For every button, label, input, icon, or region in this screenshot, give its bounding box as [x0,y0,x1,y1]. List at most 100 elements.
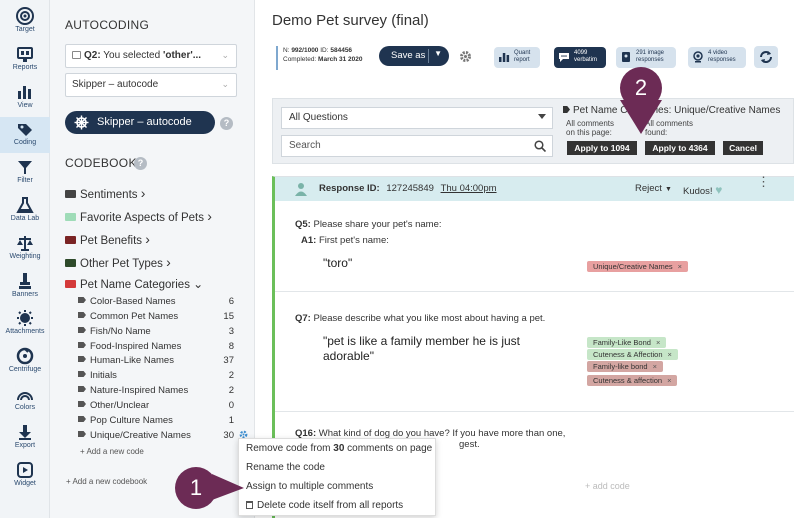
filter-icon [18,161,32,174]
nav-view[interactable]: View [0,80,50,116]
nav-coding[interactable]: Coding [0,117,50,153]
code-item[interactable]: Initials 2 [78,370,238,381]
nav-target[interactable]: Target [0,4,50,40]
reject-dropdown[interactable]: Reject ▼ [635,183,672,194]
skipper-autocode-button[interactable]: Skipper – autocode [65,111,215,134]
nav-data-lab[interactable]: Data Lab [0,193,50,229]
code-label: Common Pet Names [90,311,179,322]
codebook-label: Favorite Aspects of Pets [80,212,205,224]
nav-banners[interactable]: Banners [0,269,50,305]
nav-reports[interactable]: Reports [0,42,50,78]
code-item[interactable]: Food-Inspired Names 8 [78,341,238,352]
panel-title: AUTOCODING [65,18,150,32]
close-icon[interactable]: × [667,376,671,385]
quant-report-button[interactable]: Quant report [494,47,540,68]
folder-icon [65,236,76,244]
code-item[interactable]: Fish/No Name 3 [78,326,238,337]
button-line-1: 4099 [574,50,588,56]
user-icon [295,183,307,196]
codebook-pet-benefits[interactable]: Pet Benefits › [65,231,150,247]
codebook-favorite-aspects[interactable]: Favorite Aspects of Pets › [65,208,212,224]
more-options-icon[interactable]: ⋮ [757,175,770,188]
save-as-label: Save as [391,50,426,61]
divider [275,291,794,292]
response-id-value: 127245849 [386,183,434,194]
code-chip[interactable]: Unique/Creative Names × [587,261,689,272]
close-icon[interactable]: × [678,262,682,271]
help-icon[interactable]: ? [134,157,147,170]
folder-open-icon [65,280,76,288]
nav-widget[interactable]: Widget [0,458,50,494]
add-code-link[interactable]: + Add a new code [80,447,144,456]
codebook-label: Sentiments [80,189,138,201]
code-chip[interactable]: Cuteness & affection × [587,375,678,386]
code-item[interactable]: Human-Like Names 37 [78,355,238,366]
assign-multiple-menu-item[interactable]: Assign to multiple comments [239,477,435,496]
code-count: 8 [228,341,234,352]
autocoding-panel: AUTOCODING Q2: You selected 'other'... ⌄… [50,0,255,518]
code-item[interactable]: Nature-Inspired Names 2 [78,385,238,396]
code-item-unique-creative[interactable]: Unique/Creative Names 30 [78,430,238,441]
codebook-pet-name-categories[interactable]: Pet Name Categories ⌄ [65,277,203,291]
apply-to-found-button[interactable]: Apply to 4364 [645,141,715,155]
callout-badge-1: 1 [175,467,217,509]
button-line-2: report [514,57,530,63]
code-chip[interactable]: Family-like bond × [587,361,663,372]
code-item[interactable]: Other/Unclear 0 [78,400,238,411]
remove-code-menu-item[interactable]: Remove code from 30 comments on page [239,439,435,458]
tag-icon [78,401,86,407]
close-icon[interactable]: × [653,362,657,371]
question-q5: Q5: Please share your pet's name: [295,219,442,230]
help-icon[interactable]: ? [220,117,233,130]
button-line-1: 291 image [636,50,665,56]
nav-centrifuge[interactable]: Centrifuge [0,344,50,380]
code-chip[interactable]: Family-Like Bond × [587,337,667,348]
search-icon [534,140,546,152]
save-as-button[interactable]: Save as ▼ [379,46,449,66]
kudos-button[interactable]: Kudos! ♥ [683,183,722,197]
all-questions-select[interactable]: All Questions [281,107,553,129]
code-count: 3 [228,326,234,337]
nav-weighting[interactable]: Weighting [0,231,50,267]
nav-filter[interactable]: Filter [0,155,50,191]
code-item[interactable]: Pop Culture Names 1 [78,415,238,426]
video-responses-button[interactable]: 4 video responses [688,47,746,68]
search-input[interactable]: Search [281,135,553,157]
verbatim-button[interactable]: 4099 verbatim [554,47,606,68]
ship-wheel-icon [74,115,89,130]
close-icon[interactable]: × [668,350,672,359]
page-comments-label: All comments on this page: [566,119,614,137]
add-code-link[interactable]: + add code [585,481,630,491]
nav-colors[interactable]: Colors [0,382,50,418]
kudos-label: Kudos! [683,186,713,197]
question-q16-cont: gest. [459,439,480,450]
close-icon[interactable]: × [656,338,660,347]
refresh-button[interactable] [754,46,778,68]
nav-export[interactable]: Export [0,420,50,456]
question-select[interactable]: Q2: You selected 'other'... ⌄ [65,44,237,68]
code-chip[interactable]: Cuteness & Affection × [587,349,678,360]
skipper-select[interactable]: Skipper – autocode ⌄ [65,73,237,97]
code-item[interactable]: Common Pet Names 15 [78,311,238,322]
image-responses-button[interactable]: 291 image responses [616,47,676,68]
nav-attachments[interactable]: Attachments [0,306,50,342]
skipper-autocode-label: Skipper – autocode [97,116,192,128]
code-item[interactable]: Color-Based Names 6 [78,296,238,307]
chevron-right-icon: › [207,208,212,224]
codebook-sentiments[interactable]: Sentiments › [65,185,145,201]
settings-gear-icon[interactable] [458,49,473,64]
nav-label: Colors [14,404,36,411]
caret-down-icon[interactable]: ▼ [434,49,442,58]
reject-label: Reject [635,183,662,194]
question-a1: A1: First pet's name: [301,235,389,246]
refresh-icon [760,51,772,63]
target-icon [16,7,34,25]
meta-n-value: 992/1000 [291,47,319,54]
codebook-other-pet-types[interactable]: Other Pet Types › [65,254,171,270]
add-codebook-link[interactable]: + Add a new codebook [66,477,147,486]
apply-to-page-button[interactable]: Apply to 1094 [567,141,637,155]
cancel-button[interactable]: Cancel [723,141,763,155]
delete-code-menu-item[interactable]: Delete code itself from all reports [239,496,435,515]
tag-icon [78,297,86,303]
rename-code-menu-item[interactable]: Rename the code [239,458,435,477]
